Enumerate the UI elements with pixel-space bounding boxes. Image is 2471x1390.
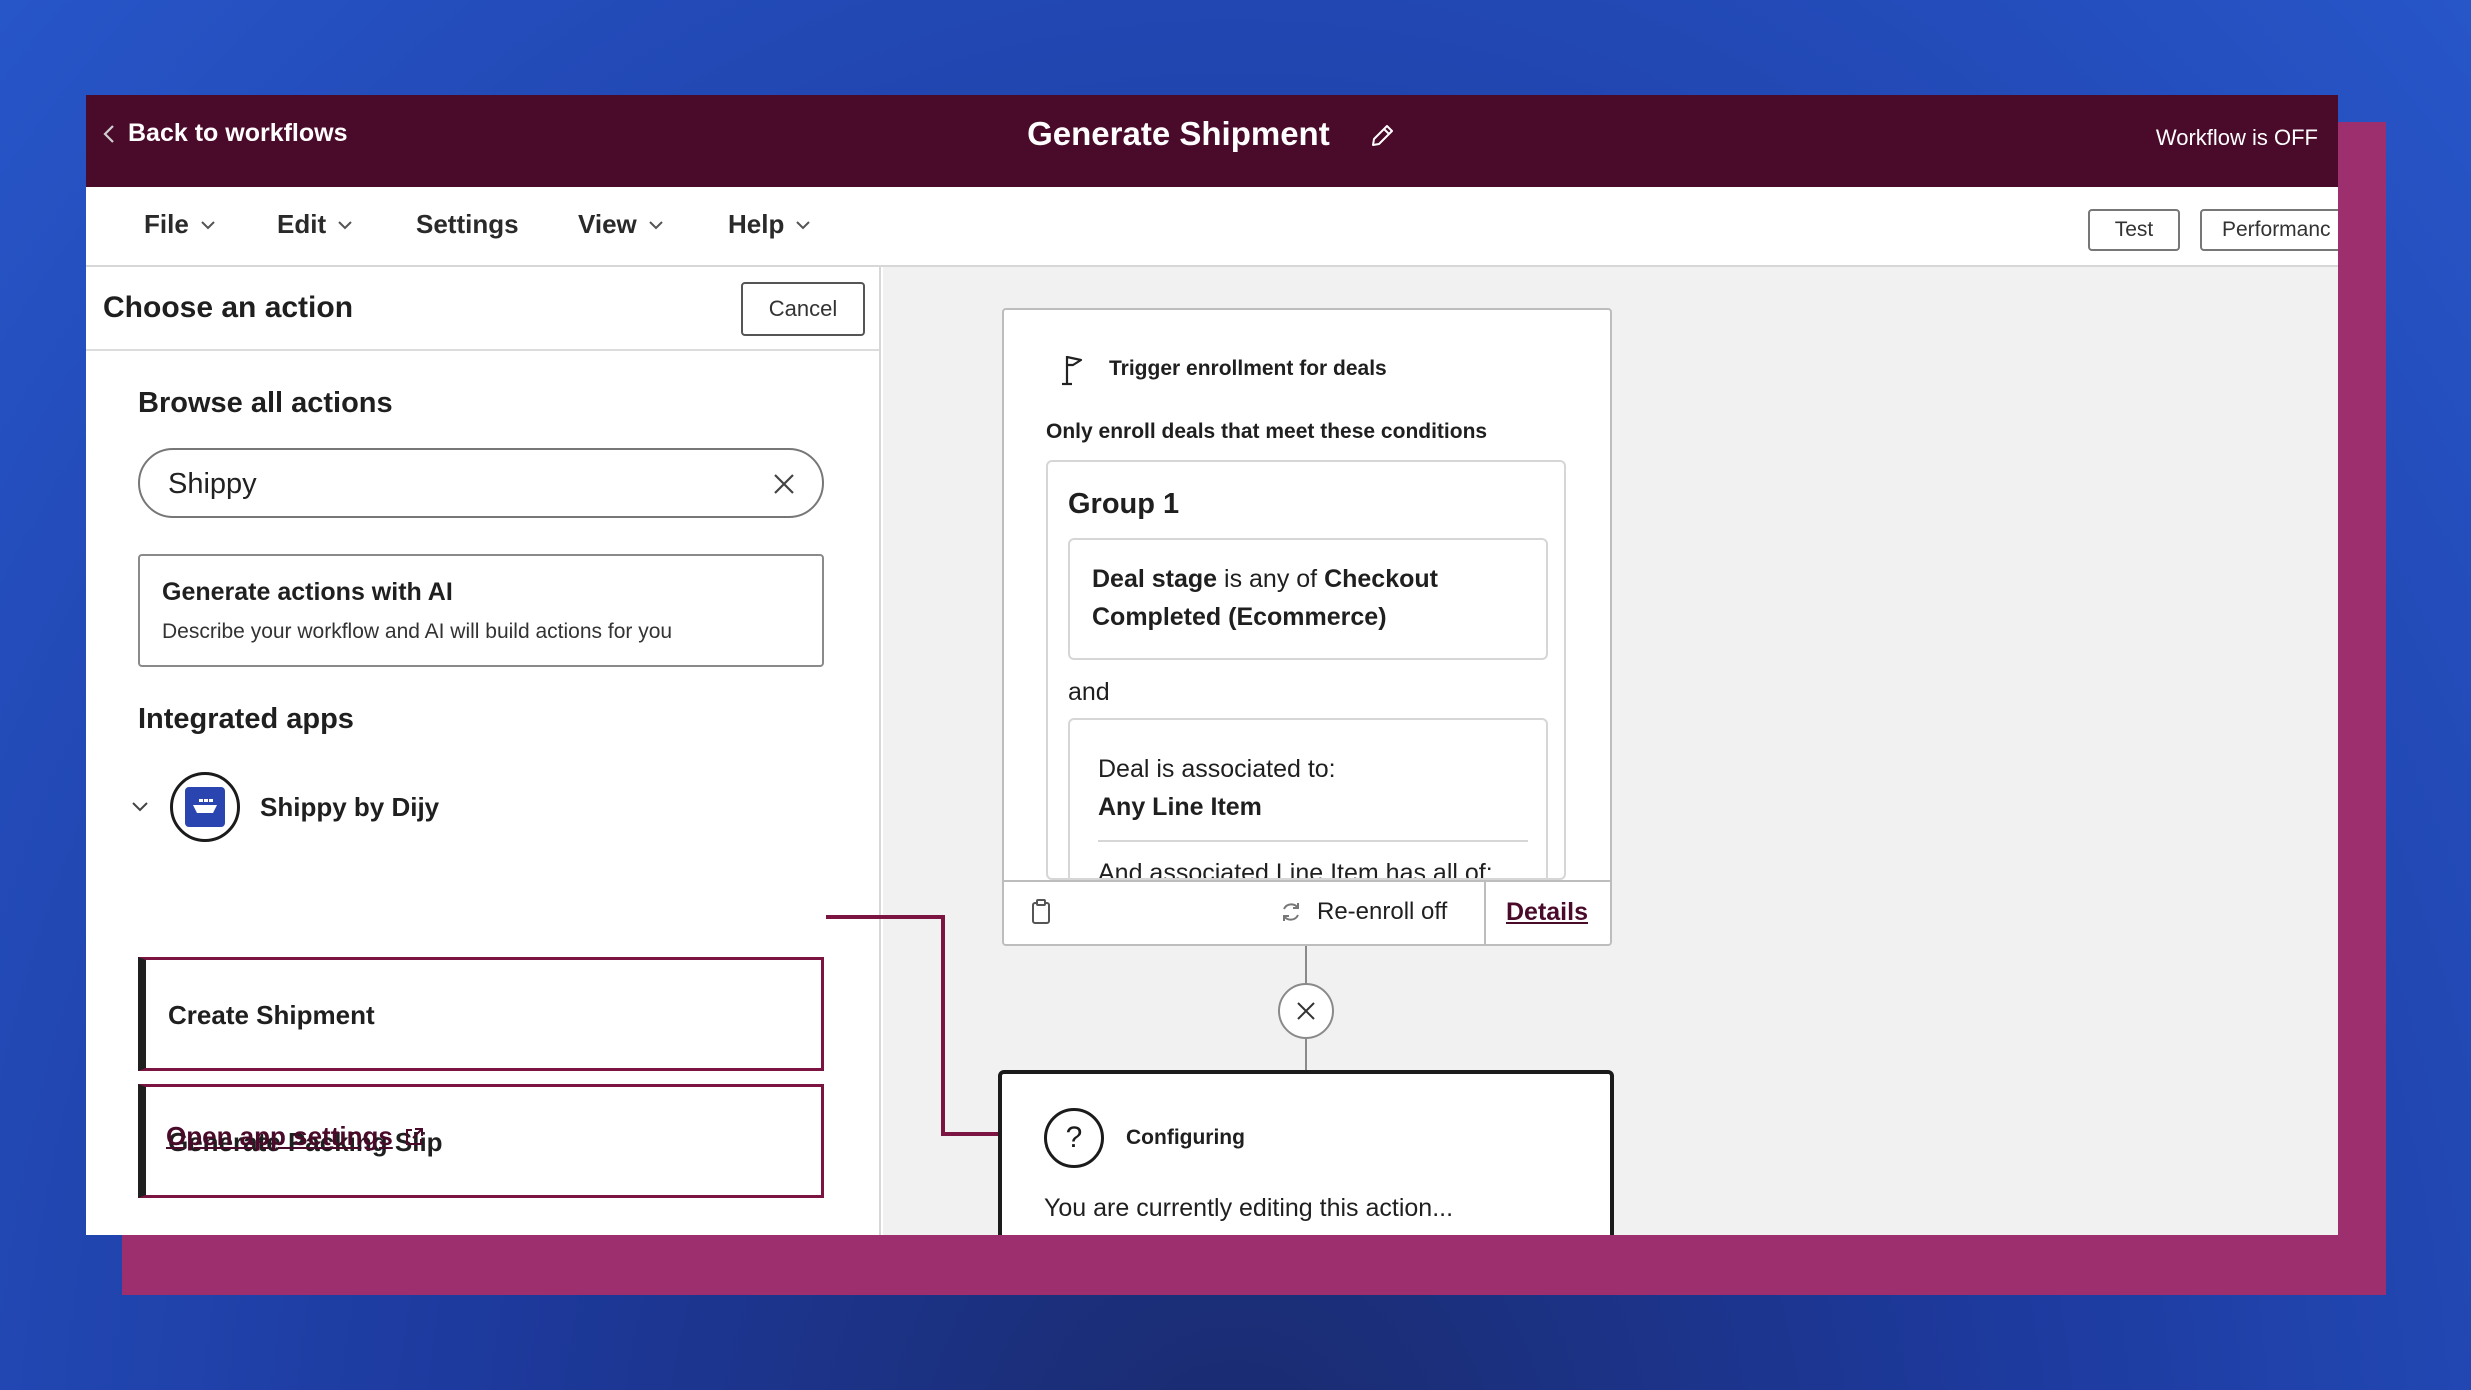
generate-actions-ai-card[interactable]: Generate actions with AI Describe your w… <box>138 554 824 667</box>
group-title: Group 1 <box>1068 488 1180 520</box>
condition-value-2: Completed (Ecommerce) <box>1092 603 1387 631</box>
chevron-down-icon[interactable] <box>130 800 150 814</box>
chevron-down-icon <box>649 220 663 229</box>
workflow-status: Workflow is OFF <box>2155 125 2318 150</box>
menu-view-label: View <box>578 209 637 239</box>
app-group-shippy[interactable]: Shippy by Dijy <box>130 772 439 842</box>
panel-header: Choose an action Cancel <box>86 267 879 351</box>
association-line-1: Deal is associated to: <box>1098 755 1336 783</box>
trigger-heading: Trigger enrollment for deals <box>1109 357 1387 380</box>
configuring-card-clip: ? Configuring You are currently editing … <box>998 1070 1614 1235</box>
association-line-3: And associated Line Item has all of: <box>1098 859 1493 880</box>
question-icon: ? <box>1044 1108 1104 1168</box>
chevron-down-icon <box>201 220 215 229</box>
and-label: and <box>1068 678 1110 706</box>
trigger-subheading: Only enroll deals that meet these condit… <box>1046 420 1488 443</box>
refresh-icon <box>1283 903 1299 921</box>
app-name: Shippy by Dijy <box>260 791 440 822</box>
trigger-card-footer: Re-enroll off Details <box>1004 880 1610 944</box>
search-input[interactable]: Shippy <box>138 448 824 518</box>
trigger-header: Trigger enrollment for deals <box>1059 352 1387 386</box>
details-link[interactable]: Details <box>1506 898 1588 927</box>
test-button[interactable]: Test <box>2088 209 2180 251</box>
menu-help[interactable]: Help <box>728 209 812 240</box>
browse-actions-heading: Browse all actions <box>138 387 393 419</box>
flag-icon <box>1062 355 1083 386</box>
clipboard-icon[interactable] <box>1030 898 1052 926</box>
association-line-2: Any Line Item <box>1098 793 1262 821</box>
action-create-shipment[interactable]: Create Shipment <box>138 957 824 1071</box>
app-logo <box>170 772 240 842</box>
open-app-settings-link[interactable]: Open app settings <box>166 1121 425 1152</box>
top-bar: Back to workflows Generate Shipment Work… <box>86 95 2338 187</box>
chevron-down-icon <box>338 220 352 229</box>
external-link-icon <box>405 1127 423 1145</box>
workflow-title: Generate Shipment <box>86 115 2338 153</box>
ship-icon <box>185 787 225 827</box>
condition-text: Deal stage is any of Checkout Completed … <box>1092 560 1438 636</box>
integrated-apps-heading: Integrated apps <box>138 703 354 735</box>
condition-field: Deal stage <box>1092 565 1218 593</box>
close-icon[interactable] <box>772 472 796 496</box>
performance-button[interactable]: Performanc <box>2200 209 2338 251</box>
configuring-text: You are currently editing this action... <box>1044 1194 1454 1222</box>
menu-help-label: Help <box>728 209 785 239</box>
reenroll-status[interactable]: Re-enroll off <box>1279 898 1447 926</box>
ai-card-description: Describe your workflow and AI will build… <box>162 620 673 643</box>
chevron-down-icon <box>796 220 811 229</box>
panel-title: Choose an action <box>103 291 354 324</box>
reenroll-label: Re-enroll off <box>1317 898 1448 925</box>
footer-divider <box>1484 882 1486 944</box>
workflow-title-text: Generate Shipment <box>1027 115 1330 152</box>
configuring-card[interactable]: ? Configuring You are currently editing … <box>998 1070 1614 1235</box>
condition-association[interactable]: Deal is associated to: Any Line Item And… <box>1068 718 1548 880</box>
configuring-title: Configuring <box>1126 1126 1245 1149</box>
menu-edit-label: Edit <box>277 209 327 239</box>
connector-line <box>1305 946 1307 984</box>
condition-group: Group 1 Deal stage is any of Checkout Co… <box>1046 460 1566 880</box>
search-value: Shippy <box>168 468 257 500</box>
menu-file[interactable]: File <box>144 209 217 240</box>
connector-line <box>1305 1039 1307 1071</box>
app-settings-label: Open app settings <box>166 1121 393 1151</box>
trigger-card[interactable]: Trigger enrollment for deals Only enroll… <box>1002 308 1612 946</box>
action-label: Create Shipment <box>168 1000 375 1030</box>
condition-deal-stage[interactable]: Deal stage is any of Checkout Completed … <box>1068 538 1548 660</box>
remove-action-button[interactable] <box>1278 983 1334 1039</box>
menu-edit[interactable]: Edit <box>277 209 354 240</box>
cancel-button[interactable]: Cancel <box>741 282 865 336</box>
condition-operator: is any of <box>1217 565 1325 593</box>
choose-action-panel: Choose an action Cancel Browse all actio… <box>86 267 881 1235</box>
condition-value-1: Checkout <box>1324 565 1438 593</box>
menu-bar: File Edit Settings View Help Test Perfor… <box>86 187 2338 267</box>
menu-settings[interactable]: Settings <box>416 209 519 240</box>
menu-settings-label: Settings <box>416 209 519 239</box>
pencil-icon[interactable] <box>1367 121 1397 151</box>
menu-file-label: File <box>144 209 189 239</box>
menu-view[interactable]: View <box>578 209 665 240</box>
ai-card-title: Generate actions with AI <box>162 578 453 606</box>
divider <box>1098 840 1528 842</box>
close-icon <box>1297 1002 1315 1020</box>
